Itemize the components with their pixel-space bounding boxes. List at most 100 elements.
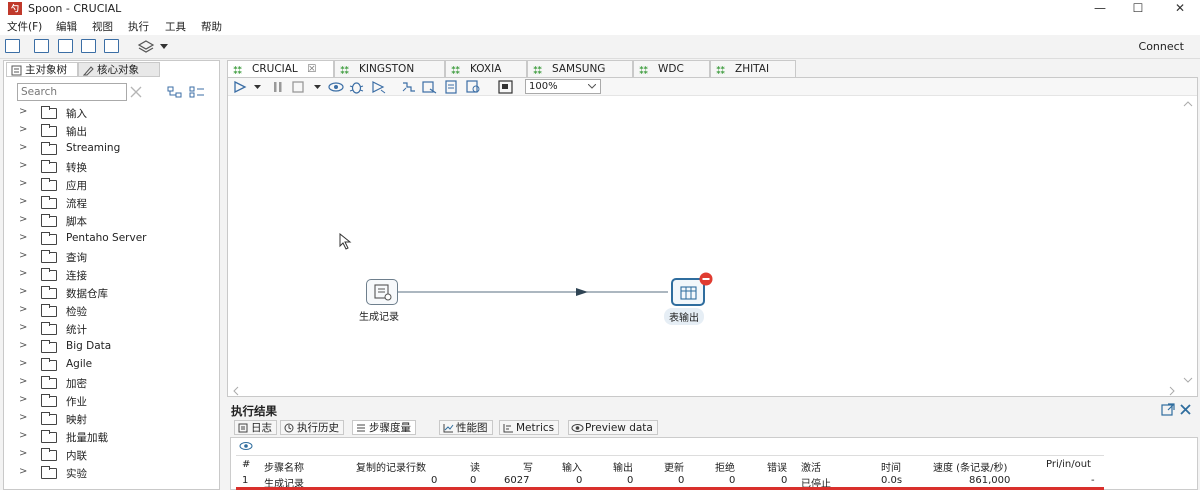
detach-panel-icon[interactable] [1161,403,1175,416]
tree-item-agile[interactable]: > Agile [4,356,219,374]
chevron-right-icon[interactable]: > [19,394,27,405]
tab-metrics[interactable]: Metrics [499,420,560,435]
run-dropdown-icon[interactable] [254,85,261,90]
tab-samsung[interactable]: ⁑⁑ SAMSUNG [527,60,633,77]
tree-item-scripting[interactable]: > 脚本 [4,212,219,230]
stop-icon[interactable] [292,81,304,93]
chevron-right-icon[interactable]: > [19,232,27,243]
chevron-right-icon[interactable]: > [19,142,27,153]
tab-performance-chart[interactable]: 性能图 [439,420,493,435]
close-tab-icon[interactable]: ☒ [307,63,316,75]
tree-item-data-warehouse[interactable]: > 数据仓库 [4,284,219,302]
col-header-output[interactable]: 输出 [613,459,633,474]
chevron-right-icon[interactable]: > [19,178,27,189]
save-icon[interactable] [81,39,96,53]
save-as-icon[interactable] [104,39,119,53]
run-icon[interactable] [233,81,247,93]
replay-icon[interactable] [371,80,386,94]
chevron-right-icon[interactable]: > [19,448,27,459]
stop-dropdown-icon[interactable] [314,85,321,90]
chevron-right-icon[interactable]: > [19,268,27,279]
chevron-right-icon[interactable]: > [19,214,27,225]
explore-repository-icon[interactable] [58,39,73,53]
verify-icon[interactable] [401,80,416,94]
col-header-input[interactable]: 输入 [562,459,582,474]
tree-item-inline[interactable]: > 内联 [4,446,219,464]
chevron-right-icon[interactable]: > [19,106,27,117]
col-header-speed[interactable]: 速度 (条记录/秒) [933,459,1007,474]
chevron-right-icon[interactable]: > [19,196,27,207]
tree-item-input[interactable]: > 输入 [4,104,219,122]
chevron-right-icon[interactable]: > [19,250,27,261]
tree-item-experimental[interactable]: > 实验 [4,464,219,482]
tab-log[interactable]: 日志 [234,420,277,435]
close-panel-icon[interactable] [1179,403,1192,416]
sql-icon[interactable] [444,80,459,94]
open-file-icon[interactable] [34,39,49,53]
tab-koxia[interactable]: ⁑⁑ KOXIA [445,60,527,77]
col-header-copied-rows[interactable]: 复制的记录行数 [356,459,426,474]
maximize-button[interactable]: ☐ [1120,0,1156,18]
chevron-right-icon[interactable]: > [19,340,27,351]
chevron-right-icon[interactable]: > [19,466,27,477]
tab-wdc[interactable]: ⁑⁑ WDC [633,60,710,77]
explore-db-icon[interactable] [466,80,481,94]
tab-step-metrics[interactable]: 步骤度量 [352,420,416,435]
minimize-button[interactable]: — [1082,0,1118,18]
debug-icon[interactable] [349,80,364,94]
tab-preview-data[interactable]: Preview data [568,420,658,435]
tree-item-pentaho-server[interactable]: > Pentaho Server [4,230,219,248]
chevron-right-icon[interactable]: > [19,430,27,441]
chevron-right-icon[interactable]: > [19,304,27,315]
tree-item-big-data[interactable]: > Big Data [4,338,219,356]
tree-item-lookup[interactable]: > 查询 [4,248,219,266]
tab-crucial[interactable]: ⁑⁑ CRUCIAL ☒ [227,60,334,77]
col-header-pri-in-out[interactable]: Pri/in/out [1046,459,1091,470]
tab-main-object-tree[interactable]: 主对象树 [6,62,78,77]
connect-button[interactable]: Connect [1139,40,1184,53]
tab-zhitai[interactable]: ⁑⁑ ZHITAI [710,60,796,77]
tree-item-utility[interactable]: > 应用 [4,176,219,194]
col-header-updated[interactable]: 更新 [664,459,684,474]
zoom-select[interactable]: 100% [525,79,601,94]
col-header-errors[interactable]: 错误 [767,459,787,474]
tree-item-job[interactable]: > 作业 [4,392,219,410]
tree-item-joins[interactable]: > 连接 [4,266,219,284]
col-header-rejected[interactable]: 拒绝 [715,459,735,474]
preview-eye-icon[interactable] [239,441,253,451]
tree-item-bulk-loading[interactable]: > 批量加载 [4,428,219,446]
col-header-written[interactable]: 写 [523,459,533,474]
menu-file[interactable]: 文件(F) [7,19,42,34]
tree-item-transform[interactable]: > 转换 [4,158,219,176]
scroll-down-icon[interactable] [1183,376,1193,384]
new-file-icon[interactable] [5,39,20,53]
tab-core-objects[interactable]: 核心对象 [78,62,160,77]
scroll-left-icon[interactable] [232,386,240,396]
tree-item-cryptography[interactable]: > 加密 [4,374,219,392]
chevron-right-icon[interactable]: > [19,376,27,387]
chevron-right-icon[interactable]: > [19,358,27,369]
chevron-right-icon[interactable]: > [19,124,27,135]
expand-all-icon[interactable] [167,85,183,99]
menu-help[interactable]: 帮助 [201,19,222,34]
tree-item-output[interactable]: > 输出 [4,122,219,140]
layers-dropdown-icon[interactable] [160,44,168,50]
tab-kingston[interactable]: ⁑⁑ KINGSTON [334,60,445,77]
tree-item-flow[interactable]: > 流程 [4,194,219,212]
transformation-canvas[interactable]: 100% 生成记录 表输出 [227,77,1198,397]
preview-icon[interactable] [328,81,344,93]
col-header-read[interactable]: 读 [470,459,480,474]
menu-run[interactable]: 执行 [128,19,149,34]
clear-search-icon[interactable] [129,85,143,99]
menu-edit[interactable]: 编辑 [56,19,77,34]
layers-icon[interactable] [137,39,155,54]
col-header-time[interactable]: 时间 [881,459,901,474]
search-input[interactable]: Search [17,83,127,101]
tree-item-statistics[interactable]: > 统计 [4,320,219,338]
menu-tools[interactable]: 工具 [165,19,186,34]
tree-item-validation[interactable]: > 检验 [4,302,219,320]
menu-view[interactable]: 视图 [92,19,113,34]
hop-arrow[interactable] [388,278,678,308]
impact-icon[interactable] [422,80,437,94]
chevron-right-icon[interactable]: > [19,286,27,297]
